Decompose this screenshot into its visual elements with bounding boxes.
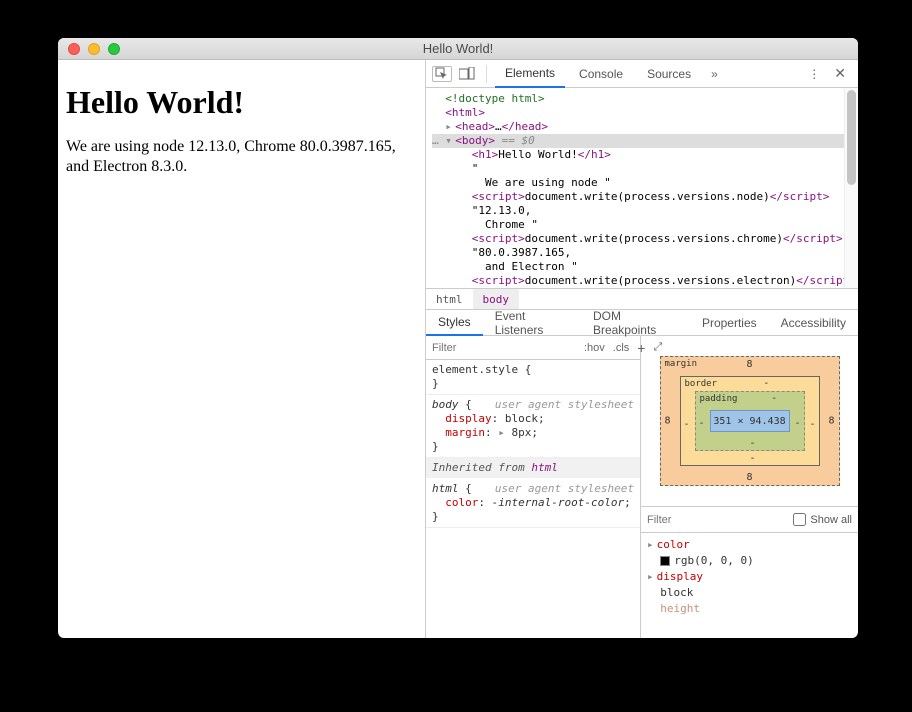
styles-filter-input[interactable] bbox=[426, 342, 580, 354]
rule-element-style[interactable]: element.style { } bbox=[426, 360, 640, 395]
breadcrumb-body[interactable]: body bbox=[473, 289, 520, 309]
computed-panel: Show all ▸color rgb(0, 0, 0) ▸display bl… bbox=[641, 506, 858, 638]
window-title: Hello World! bbox=[58, 41, 858, 56]
app-window: Hello World! Hello World! We are using n… bbox=[58, 38, 858, 638]
separator bbox=[486, 65, 487, 83]
elements-breadcrumb: html body bbox=[426, 288, 858, 310]
devtools: Elements Console Sources » ⋮ ✕ <!doctype… bbox=[425, 60, 858, 638]
computed-height[interactable]: height bbox=[647, 601, 852, 617]
computed-filter-input[interactable] bbox=[647, 514, 793, 526]
styles-filter-row: :hov .cls + ⤢ bbox=[426, 336, 640, 360]
dom-scrollbar[interactable] bbox=[844, 88, 858, 288]
minimize-window-button[interactable] bbox=[88, 43, 100, 55]
inspect-icon[interactable] bbox=[432, 66, 452, 82]
zoom-window-button[interactable] bbox=[108, 43, 120, 55]
styles-column: :hov .cls + ⤢ element.style { } body {us… bbox=[426, 336, 641, 638]
bm-border-label: border bbox=[685, 379, 718, 389]
cls-toggle[interactable]: .cls bbox=[609, 342, 634, 354]
tab-properties[interactable]: Properties bbox=[690, 310, 769, 336]
titlebar: Hello World! bbox=[58, 38, 858, 60]
show-all-toggle[interactable]: Show all bbox=[793, 513, 852, 526]
selected-body-node[interactable]: … ▾<body> == $0 bbox=[432, 134, 858, 148]
doctype-node: <!doctype html> bbox=[445, 92, 544, 105]
devtools-menu-icon[interactable]: ⋮ bbox=[804, 67, 824, 81]
devtools-tabbar: Elements Console Sources » ⋮ ✕ bbox=[426, 60, 858, 88]
more-tabs-icon[interactable]: » bbox=[705, 67, 724, 81]
tab-styles[interactable]: Styles bbox=[426, 310, 483, 336]
elements-dom-tree[interactable]: <!doctype html> <html> ▸<head>…</head> …… bbox=[426, 88, 858, 288]
computed-display[interactable]: ▸display block bbox=[647, 569, 852, 601]
tab-console[interactable]: Console bbox=[569, 60, 633, 88]
breadcrumb-html[interactable]: html bbox=[426, 289, 473, 309]
tab-dom-breakpoints[interactable]: DOM Breakpoints bbox=[581, 310, 690, 336]
box-model[interactable]: margin 8 8 8 8 border - - - - bbox=[641, 336, 858, 506]
bm-margin-label: margin bbox=[665, 359, 698, 369]
close-window-button[interactable] bbox=[68, 43, 80, 55]
page-heading: Hello World! bbox=[66, 84, 417, 121]
tab-elements[interactable]: Elements bbox=[495, 60, 565, 88]
rendered-page: Hello World! We are using node 12.13.0, … bbox=[58, 60, 425, 638]
tab-accessibility[interactable]: Accessibility bbox=[769, 310, 858, 336]
tab-sources[interactable]: Sources bbox=[637, 60, 701, 88]
device-toolbar-icon[interactable] bbox=[456, 63, 478, 85]
computed-color[interactable]: ▸color rgb(0, 0, 0) bbox=[647, 537, 852, 569]
styles-tabbar: Styles Event Listeners DOM Breakpoints P… bbox=[426, 310, 858, 336]
bm-padding-label: padding bbox=[700, 394, 738, 404]
devtools-close-icon[interactable]: ✕ bbox=[828, 65, 852, 82]
inherited-separator: Inherited from html html {user agent sty… bbox=[426, 458, 640, 528]
hov-toggle[interactable]: :hov bbox=[580, 342, 609, 354]
tab-event-listeners[interactable]: Event Listeners bbox=[483, 310, 581, 336]
traffic-lights bbox=[58, 43, 120, 55]
bm-content: 351 × 94.438 bbox=[710, 410, 790, 432]
rule-body[interactable]: body {user agent stylesheet display: blo… bbox=[426, 395, 640, 458]
content-area: Hello World! We are using node 12.13.0, … bbox=[58, 60, 858, 638]
page-paragraph: We are using node 12.13.0, Chrome 80.0.3… bbox=[66, 137, 417, 177]
